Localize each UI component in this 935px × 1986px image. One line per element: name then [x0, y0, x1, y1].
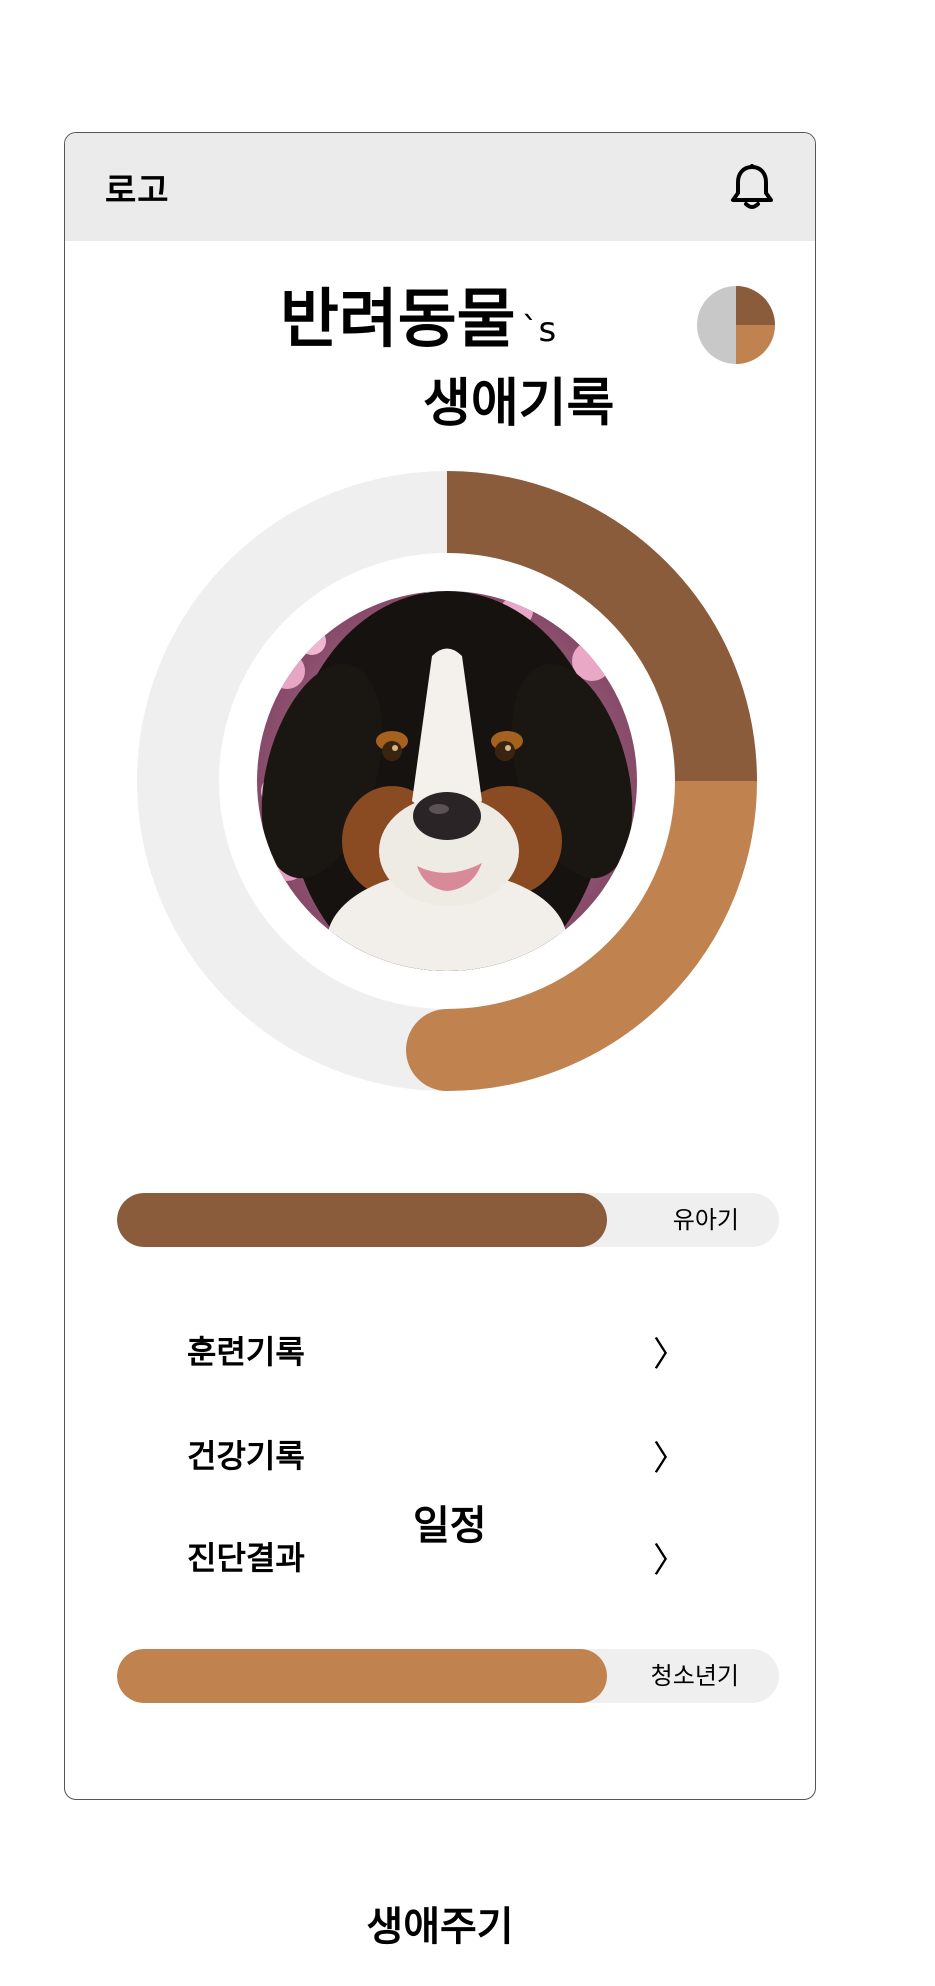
- progress-bar-adolescence[interactable]: 청소년기: [117, 1649, 779, 1703]
- menu-item-health[interactable]: 건강기록 〉: [187, 1423, 687, 1479]
- footer-title: 생애주기: [366, 1904, 514, 1950]
- chevron-right-icon: 〉: [653, 1541, 687, 1581]
- bell-icon[interactable]: [729, 163, 775, 211]
- page-title: 반려동물 `s: [280, 288, 556, 352]
- logo[interactable]: 로고: [105, 163, 170, 212]
- title-suffix: `s: [521, 310, 557, 350]
- menu-item-label: 진단결과: [187, 1539, 305, 1577]
- title-main: 반려동물: [280, 283, 516, 357]
- schedule-label[interactable]: 일정: [413, 1493, 487, 1551]
- menu-item-training[interactable]: 훈련기록 〉: [187, 1319, 687, 1375]
- progress-bar-fill: [117, 1193, 607, 1247]
- progress-bar-label: 유아기: [672, 1206, 739, 1234]
- header-bar: 로고: [65, 133, 815, 241]
- progress-bar-fill: [117, 1649, 607, 1703]
- progress-bar-infancy[interactable]: 유아기: [117, 1193, 779, 1247]
- chevron-right-icon: 〉: [653, 1335, 687, 1375]
- main-card: 로고 반려동물 `s 생애기록 유아기 훈련기록 〉 건강기록 〉 진단결과 〉…: [64, 132, 816, 1800]
- progress-bar-label: 청소년기: [650, 1662, 739, 1690]
- life-stage-pie-icon[interactable]: [696, 285, 776, 365]
- menu-item-label: 훈련기록: [187, 1333, 305, 1371]
- pet-photo: [257, 591, 637, 971]
- chevron-right-icon: 〉: [653, 1439, 687, 1479]
- life-progress-ring: [137, 471, 757, 1091]
- page-subtitle: 생애기록: [423, 374, 615, 434]
- menu-item-label: 건강기록: [187, 1437, 305, 1475]
